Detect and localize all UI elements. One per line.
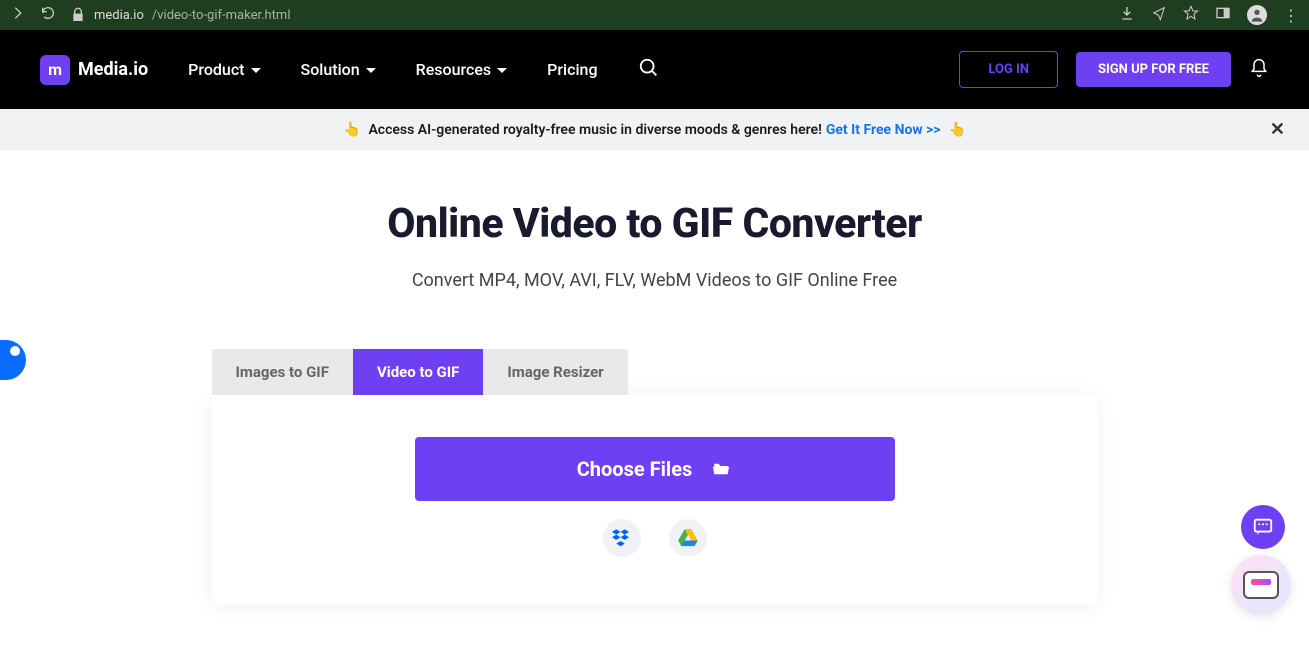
folder-icon (710, 460, 732, 478)
chevron-down-icon (251, 68, 261, 73)
choose-files-button[interactable]: Choose Files (415, 437, 895, 501)
close-promo-button[interactable]: ✕ (1270, 119, 1285, 140)
browser-toolbar: media.io/video-to-gif-maker.html ⋮ (0, 0, 1309, 30)
chat-icon (1252, 516, 1274, 538)
nav-solution[interactable]: Solution (301, 60, 376, 79)
tab-image-resizer[interactable]: Image Resizer (483, 349, 627, 395)
forward-icon[interactable] (10, 5, 26, 25)
star-icon[interactable] (1183, 5, 1199, 25)
pointer-icon: 👆 (343, 122, 360, 138)
help-icon (1243, 571, 1279, 599)
site-header: m Media.io Product Solution Resources Pr… (0, 30, 1309, 109)
bell-icon (1249, 58, 1269, 78)
brand-name: Media.io (78, 59, 148, 80)
converter-panel: Images to GIF Video to GIF Image Resizer… (212, 349, 1098, 605)
nav-pricing[interactable]: Pricing (547, 60, 597, 79)
download-icon[interactable] (1119, 5, 1135, 25)
logo-icon: m (40, 55, 70, 85)
chevron-down-icon (497, 68, 507, 73)
login-button[interactable]: LOG IN (959, 51, 1058, 88)
tab-images-to-gif[interactable]: Images to GIF (212, 349, 353, 395)
search-icon (638, 57, 660, 79)
chat-fab[interactable] (1241, 505, 1285, 549)
reload-icon[interactable] (40, 5, 56, 25)
page-title: Online Video to GIF Converter (0, 200, 1309, 248)
lock-icon (70, 7, 86, 23)
url-host: media.io (94, 8, 144, 23)
main-nav: Product Solution Resources Pricing (188, 60, 597, 79)
kebab-menu-icon[interactable]: ⋮ (1283, 6, 1299, 25)
google-drive-button[interactable] (669, 519, 707, 557)
promo-text: Access AI-generated royalty-free music i… (368, 122, 821, 138)
address-bar[interactable]: media.io/video-to-gif-maker.html (70, 7, 291, 23)
help-fab[interactable] (1231, 555, 1291, 615)
profile-avatar-icon[interactable] (1247, 5, 1267, 25)
chevron-down-icon (366, 68, 376, 73)
share-icon[interactable] (1151, 5, 1167, 25)
nav-resources[interactable]: Resources (416, 60, 508, 79)
nav-pricing-label: Pricing (547, 60, 597, 79)
cloud-sources (212, 519, 1098, 557)
nav-product-label: Product (188, 60, 244, 79)
promo-banner: 👆 Access AI-generated royalty-free music… (0, 109, 1309, 150)
pointer-icon: 👆 (949, 122, 966, 138)
search-button[interactable] (638, 57, 660, 83)
notifications-button[interactable] (1249, 58, 1269, 82)
google-drive-icon (678, 529, 698, 547)
page-main: Online Video to GIF Converter Convert MP… (0, 150, 1309, 605)
promo-link[interactable]: Get It Free Now >> (826, 122, 941, 138)
dropbox-button[interactable] (603, 519, 641, 557)
page-subtitle: Convert MP4, MOV, AVI, FLV, WebM Videos … (0, 270, 1309, 291)
brand-logo[interactable]: m Media.io (40, 55, 148, 85)
url-path: /video-to-gif-maker.html (152, 8, 291, 23)
tool-tabs: Images to GIF Video to GIF Image Resizer (212, 349, 1098, 395)
choose-files-label: Choose Files (577, 457, 693, 481)
nav-product[interactable]: Product (188, 60, 260, 79)
tab-video-to-gif[interactable]: Video to GIF (353, 349, 483, 395)
panel-icon[interactable] (1215, 5, 1231, 25)
nav-resources-label: Resources (416, 60, 492, 79)
signup-button[interactable]: SIGN UP FOR FREE (1076, 52, 1231, 87)
dropbox-icon (612, 529, 632, 547)
upload-card: Choose Files (212, 395, 1098, 605)
nav-solution-label: Solution (301, 60, 360, 79)
